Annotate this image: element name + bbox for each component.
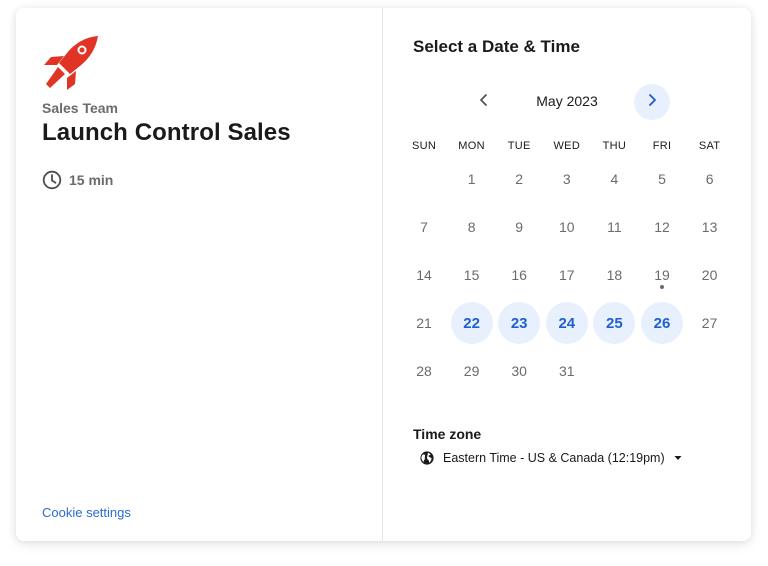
day-number: 3 (562, 171, 571, 187)
calendar-day: 30 (498, 350, 540, 392)
day-number: 11 (607, 219, 622, 235)
weekday-sat: SAT (698, 140, 721, 152)
month-navigation: May 2023 (383, 84, 751, 120)
globe-icon (420, 451, 434, 465)
calendar-day: 10 (546, 206, 588, 248)
today-indicator (660, 285, 664, 289)
weekday-mon: MON (458, 140, 485, 152)
day-number: 20 (701, 267, 718, 283)
timezone-label: Time zone (413, 426, 482, 442)
day-number: 18 (606, 267, 623, 283)
day-number: 22 (463, 314, 480, 332)
weekday-header: SUN MON TUE WED THU FRI SAT (400, 140, 736, 154)
calendar-day: 28 (403, 350, 445, 392)
day-number: 25 (606, 314, 623, 332)
day-number: 29 (463, 363, 480, 379)
next-month-button[interactable] (634, 84, 670, 120)
date-time-pane: Select a Date & Time May 2023 SUN MON TUE W… (383, 8, 751, 541)
calendar-day: 27 (689, 302, 731, 344)
day-number: 21 (416, 315, 432, 331)
day-number: 8 (467, 219, 476, 235)
day-number: 26 (653, 314, 671, 332)
calendar-day: 21 (403, 302, 445, 344)
section-title: Select a Date & Time (413, 37, 580, 56)
day-number: 15 (463, 267, 480, 283)
calendar-day: 29 (451, 350, 493, 392)
weekday-wed: WED (553, 140, 581, 152)
calendar-day: 13 (689, 206, 731, 248)
calendar-day: 16 (498, 254, 540, 296)
calendar-day-available[interactable]: 24 (545, 302, 588, 344)
timezone-value: Eastern Time - US & Canada (12:19pm) (443, 451, 665, 465)
calendar-day: 2 (498, 158, 540, 200)
day-number: 5 (658, 171, 666, 187)
calendar-day: 20 (689, 254, 731, 296)
calendar-day: 17 (546, 254, 588, 296)
calendar-day: 7 (403, 206, 445, 248)
month-label: May 2023 (536, 93, 598, 109)
calendar-day: 11 (593, 206, 635, 248)
day-number: 31 (559, 363, 575, 379)
day-number: 7 (420, 219, 428, 235)
calendar-day: 19 (641, 254, 683, 296)
day-number: 14 (416, 267, 432, 283)
booking-card: Sales Team Launch Control Sales 15 min C… (16, 8, 751, 541)
day-number: 4 (610, 171, 619, 187)
chevron-right-icon (646, 93, 658, 112)
calendar-day: 31 (546, 350, 588, 392)
rocket-icon (42, 34, 102, 90)
day-number: 27 (701, 315, 718, 331)
clock-icon (42, 170, 62, 190)
calendar-day-available[interactable]: 25 (593, 302, 636, 344)
calendar-day: 3 (546, 158, 588, 200)
day-number: 9 (515, 219, 524, 235)
organizer-team-name: Sales Team (42, 100, 119, 116)
day-number: 28 (416, 363, 432, 379)
calendar-day: 12 (641, 206, 683, 248)
day-number: 10 (559, 219, 575, 235)
calendar-day: 9 (498, 206, 540, 248)
day-number: 13 (701, 219, 718, 235)
weekday-thu: THU (602, 140, 627, 152)
calendar-day-available[interactable]: 26 (641, 302, 683, 344)
day-number: 1 (467, 171, 476, 187)
event-title: Launch Control Sales (42, 119, 291, 146)
calendar-day: 18 (593, 254, 635, 296)
calendar-day: 8 (451, 206, 493, 248)
event-duration: 15 min (42, 170, 113, 190)
weekday-fri: FRI (652, 140, 672, 152)
day-number: 12 (654, 219, 670, 235)
caret-down-icon (674, 455, 682, 461)
weekday-tue: TUE (507, 140, 531, 152)
day-number: 16 (511, 267, 527, 283)
day-number: 17 (559, 267, 575, 283)
calendar-day-available[interactable]: 23 (498, 302, 541, 344)
calendar-day: 14 (403, 254, 445, 296)
weekday-sun: SUN (411, 140, 437, 152)
cookie-settings-link[interactable]: Cookie settings (42, 505, 131, 520)
day-number: 24 (558, 314, 576, 332)
day-number: 19 (654, 267, 670, 283)
day-number: 30 (511, 363, 527, 379)
day-number: 23 (510, 314, 528, 332)
day-number: 2 (515, 171, 524, 187)
duration-label: 15 min (69, 172, 114, 188)
calendar-day: 5 (641, 158, 683, 200)
day-number: 6 (705, 171, 714, 187)
timezone-select[interactable]: Eastern Time - US & Canada (12:19pm) (420, 451, 682, 465)
calendar-day: 4 (593, 158, 635, 200)
calendar-day-available[interactable]: 22 (450, 302, 493, 344)
calendar-day: 1 (451, 158, 493, 200)
event-details-pane: Sales Team Launch Control Sales 15 min C… (16, 8, 383, 541)
calendar-day: 6 (689, 158, 731, 200)
calendar-day: 15 (451, 254, 493, 296)
